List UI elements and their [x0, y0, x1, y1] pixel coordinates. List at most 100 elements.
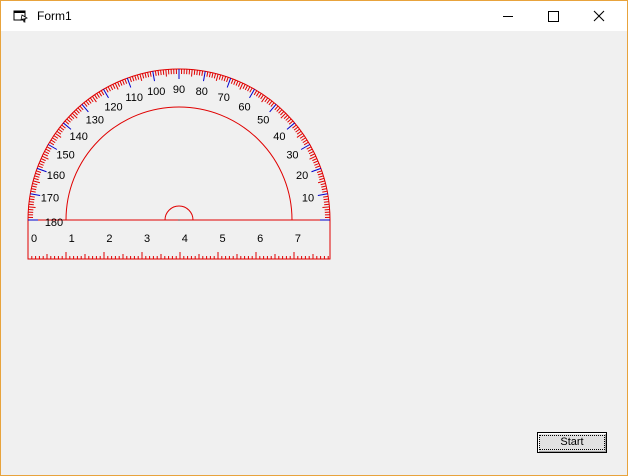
minor-tick [206, 71, 209, 77]
minor-tick [268, 100, 273, 106]
minor-tick [295, 128, 300, 133]
minor-tick [112, 84, 116, 89]
minor-tick [83, 102, 88, 107]
minor-tick [160, 70, 162, 76]
minor-tick [75, 109, 80, 114]
ruler-label: 4 [182, 233, 188, 245]
minor-tick [144, 72, 147, 78]
minor-tick [287, 118, 292, 123]
minor-tick [31, 185, 37, 188]
minor-tick [191, 69, 193, 77]
minor-tick [264, 97, 269, 103]
minor-tick [33, 177, 39, 181]
minor-tick [46, 146, 52, 150]
minor-tick [32, 182, 38, 186]
angle-label: 130 [86, 115, 104, 127]
minor-tick [129, 77, 132, 83]
minor-tick [292, 124, 297, 129]
minor-tick [162, 69, 165, 75]
minor-tick [274, 105, 279, 111]
minor-tick [321, 188, 327, 191]
angle-label: 180 [45, 217, 63, 229]
title-bar[interactable]: Form1 [1, 1, 627, 31]
minor-tick [58, 128, 63, 133]
minor-tick [244, 85, 248, 91]
minor-tick [157, 70, 160, 76]
minor-tick [323, 198, 329, 201]
minor-tick [322, 190, 328, 193]
minor-tick [121, 79, 125, 85]
minor-tick [64, 120, 70, 125]
minor-tick [302, 139, 308, 144]
minor-tick [31, 188, 37, 191]
minor-tick [36, 170, 42, 173]
minor-tick [37, 165, 43, 169]
major-tick [286, 122, 295, 130]
minor-tick [198, 70, 201, 76]
minor-tick [131, 76, 135, 82]
start-button[interactable]: Start [537, 432, 607, 453]
minor-tick [314, 162, 320, 166]
minor-tick [221, 75, 224, 81]
minor-tick [313, 160, 319, 164]
angle-label: 90 [173, 84, 185, 96]
angle-label: 170 [41, 192, 59, 204]
minor-tick [44, 151, 50, 155]
major-tick [63, 122, 72, 130]
minor-tick [260, 94, 264, 100]
minor-tick [299, 135, 305, 139]
minor-tick [147, 72, 150, 78]
minor-tick [285, 116, 290, 121]
major-tick [269, 104, 277, 113]
minor-tick [301, 137, 306, 141]
major-tick [202, 71, 206, 82]
start-button-label: Start [539, 435, 605, 450]
minor-tick [278, 109, 283, 114]
minor-tick [94, 94, 98, 100]
angle-label: 20 [296, 170, 308, 182]
minor-tick [52, 137, 57, 141]
minor-tick [310, 153, 315, 157]
minor-tick [105, 87, 109, 93]
maximize-button[interactable] [531, 1, 577, 31]
minor-tick [312, 158, 318, 162]
minor-tick [201, 70, 204, 76]
angle-label: 10 [302, 192, 314, 204]
minor-tick [50, 139, 56, 144]
vb-form-icon [13, 10, 28, 23]
minor-tick [28, 206, 36, 208]
minor-tick [303, 141, 309, 146]
minor-tick [255, 91, 260, 97]
angle-label: 50 [257, 115, 269, 127]
minor-tick [66, 118, 71, 123]
minor-tick [154, 70, 157, 76]
minor-tick [96, 93, 100, 98]
minor-tick [318, 175, 324, 178]
minor-tick [68, 116, 73, 121]
minor-tick [77, 107, 82, 112]
minor-tick [322, 206, 330, 208]
minor-tick [100, 90, 105, 96]
major-tick [317, 193, 328, 197]
minor-tick [149, 71, 152, 77]
ruler-label: 1 [69, 233, 75, 245]
major-tick [30, 193, 41, 197]
minimize-button[interactable] [485, 1, 531, 31]
minor-tick [242, 84, 246, 89]
minor-tick [280, 111, 285, 116]
protractor-drawing: 1020304050607080901001101201301401501601… [27, 68, 331, 260]
minor-tick [117, 81, 121, 87]
close-button[interactable] [577, 1, 623, 31]
minor-tick [141, 73, 145, 79]
minor-tick [296, 130, 302, 135]
minor-tick [196, 70, 198, 76]
minor-tick [119, 80, 123, 86]
client-area: 10 20 30 40 50 60 70 80 90 100 110 120 130 140 150 160 1… [1, 31, 627, 475]
minor-tick [276, 107, 281, 112]
minor-tick [218, 74, 222, 80]
minor-tick [165, 69, 167, 77]
minor-tick [56, 130, 62, 135]
minor-tick [321, 185, 327, 188]
ruler-label: 0 [31, 233, 37, 245]
minor-tick [306, 146, 312, 150]
